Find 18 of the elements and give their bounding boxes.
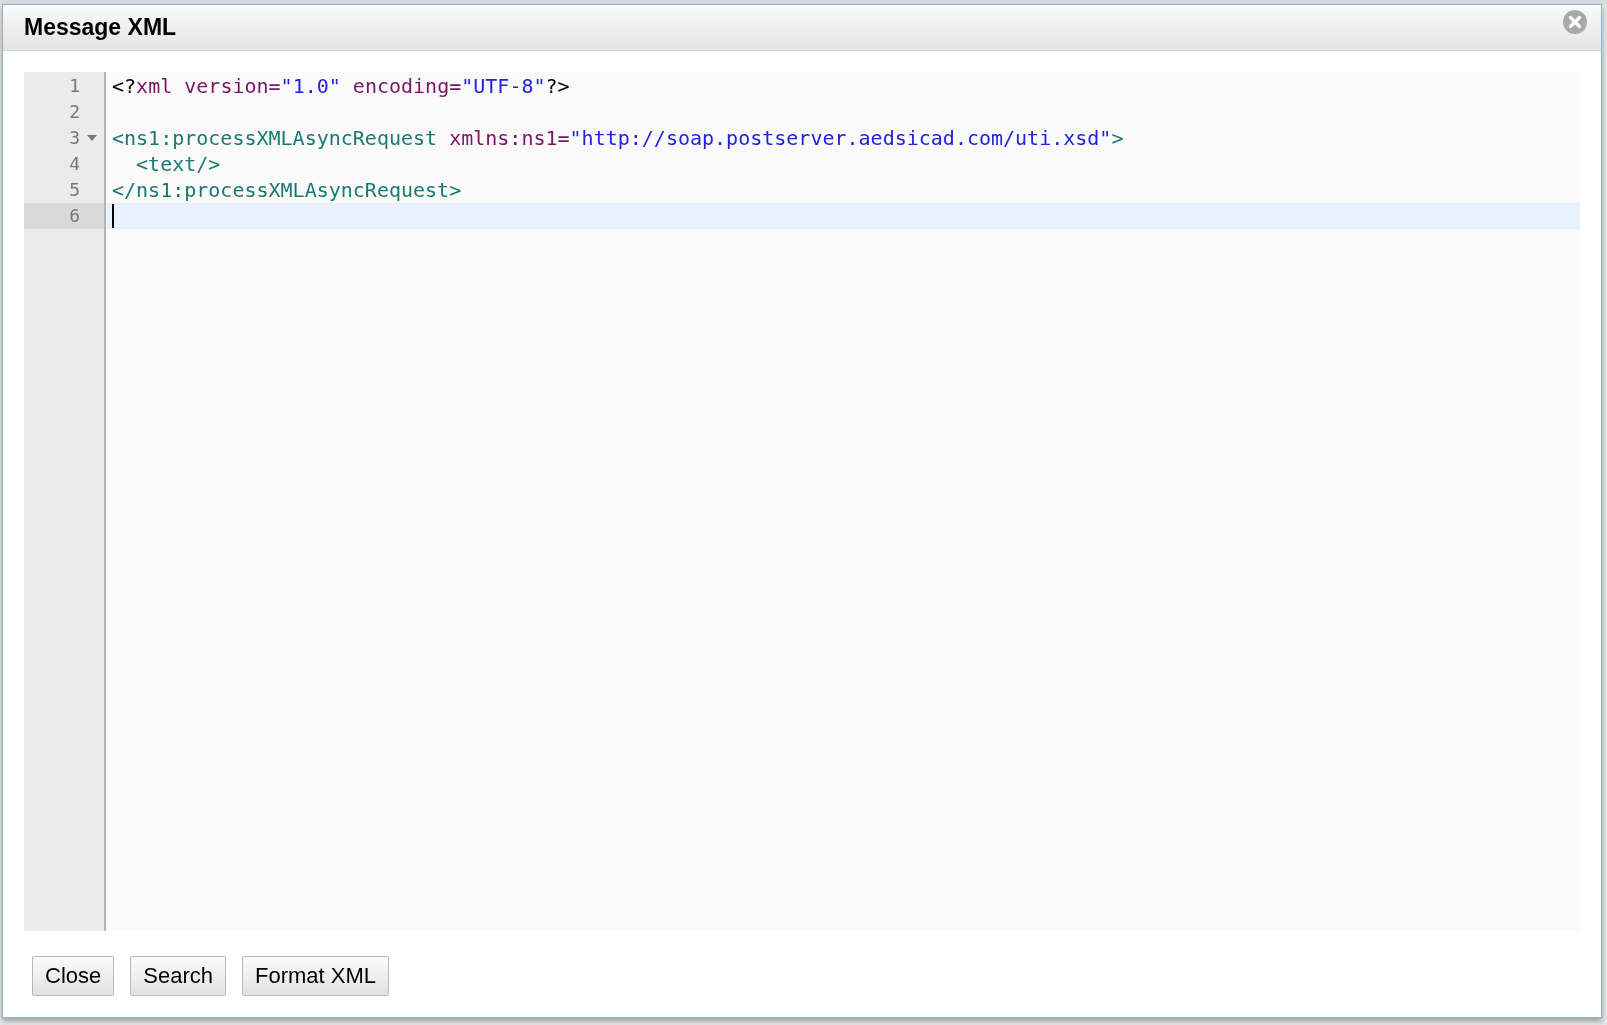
- dialog-button[interactable]: Format XML: [241, 956, 389, 996]
- code-editor[interactable]: 1 2 3 4 5 6 <?xml version="1.0" encoding="UTF-8"?> <ns1:processXMLAsyncRequest xmlns:ns1="http://soap.postserver.aedsicad.com/uti.xsd"> <text/> </ns1:processXMLAsyncRequest>: [24, 72, 1580, 931]
- line-number: 6: [69, 205, 80, 227]
- code-line: <?xml version="1.0" encoding="UTF-8"?>: [112, 74, 570, 98]
- line-number: 2: [69, 101, 80, 123]
- line-number: 3: [69, 127, 80, 149]
- close-icon[interactable]: [1563, 9, 1587, 34]
- dialog-button[interactable]: Close: [32, 956, 115, 996]
- dialog-title: Message XML: [24, 14, 177, 41]
- text-cursor: [112, 204, 114, 228]
- code-line: </ns1:processXMLAsyncRequest>: [112, 178, 462, 202]
- line-number: 5: [69, 179, 80, 201]
- code-line: <ns1:processXMLAsyncRequest xmlns:ns1="http://soap.postserver.aedsicad.com/uti.xsd">: [112, 126, 1124, 150]
- line-number: 4: [69, 153, 80, 175]
- dialog-button[interactable]: Search: [130, 956, 226, 996]
- line-number: 1: [69, 75, 80, 97]
- code-line: <text/>: [135, 152, 221, 176]
- fold-arrow-icon[interactable]: [87, 135, 97, 141]
